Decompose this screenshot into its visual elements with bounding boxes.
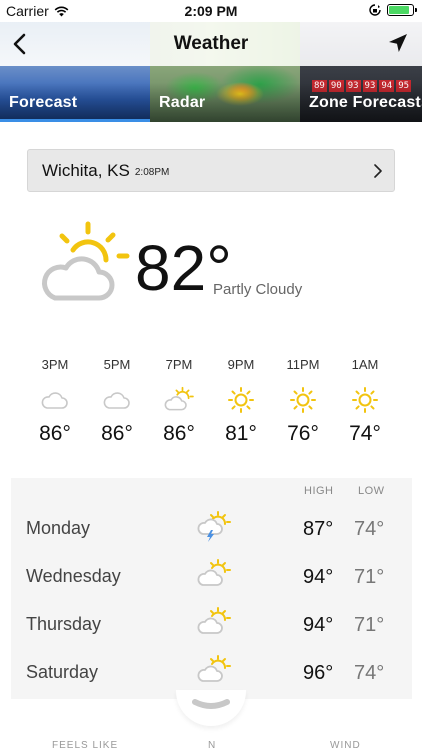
partly-cloudy-icon bbox=[197, 606, 231, 638]
page-title: Weather bbox=[173, 33, 249, 54]
location-city: Wichita, KS bbox=[42, 160, 130, 180]
day-low: 71° bbox=[354, 566, 385, 588]
location-time: 2:08PM bbox=[134, 166, 170, 178]
daily-row[interactable]: Wednesday 94° 71° bbox=[11, 554, 412, 602]
day-high: 96° bbox=[303, 662, 334, 684]
thunderstorm-icon bbox=[197, 510, 231, 542]
feels-like-label: FEELS LIKE bbox=[52, 740, 119, 750]
location-arrow-icon bbox=[389, 34, 407, 52]
expand-drawer-button[interactable] bbox=[176, 690, 246, 726]
hour-temp: 86° bbox=[101, 422, 133, 445]
partly-cloudy-icon bbox=[197, 558, 231, 590]
sun-icon bbox=[225, 386, 257, 414]
battery-level bbox=[389, 6, 409, 14]
day-name: Wednesday bbox=[26, 566, 121, 586]
chevron-down-icon bbox=[192, 699, 230, 709]
hour-temp: 86° bbox=[39, 422, 71, 445]
current-condition: Partly Cloudy bbox=[213, 281, 303, 298]
hour-time: 3PM bbox=[41, 357, 69, 372]
cloudy-icon bbox=[101, 386, 133, 414]
status-right bbox=[369, 4, 417, 16]
partly-cloudy-icon bbox=[163, 386, 195, 414]
hour-time: 9PM bbox=[227, 357, 255, 372]
tab-label: Forecast bbox=[9, 94, 78, 111]
rotation-lock-icon bbox=[369, 4, 381, 16]
cloudy-icon bbox=[39, 386, 71, 414]
sun-icon bbox=[287, 386, 319, 414]
hour-temp: 74° bbox=[349, 422, 381, 445]
hourly-item: 7PM 86° bbox=[148, 356, 210, 446]
battery-icon bbox=[387, 4, 417, 16]
tab-label: Radar bbox=[159, 94, 206, 111]
hourly-item: 9PM 81° bbox=[210, 356, 272, 446]
chevron-right-icon bbox=[374, 164, 382, 178]
tab-label: Zone Forecasts bbox=[309, 94, 422, 111]
hour-time: 7PM bbox=[165, 357, 193, 372]
section-tabs: Forecast Radar 89 90 93 93 94 95 Zone Fo… bbox=[0, 66, 422, 122]
sun-icon bbox=[349, 386, 381, 414]
nav-header: Weather bbox=[0, 22, 422, 66]
hourly-item: 3PM 86° bbox=[24, 356, 86, 446]
day-name: Thursday bbox=[26, 614, 102, 634]
hourly-item: 1AM 74° bbox=[334, 356, 396, 446]
day-name: Saturday bbox=[26, 662, 99, 682]
status-bar: Carrier 2:09 PM bbox=[0, 0, 422, 22]
high-column-header: HIGH bbox=[304, 485, 334, 497]
tab-forecast[interactable]: Forecast bbox=[0, 66, 150, 122]
day-high: 94° bbox=[303, 614, 334, 636]
wind-label: WIND bbox=[330, 740, 361, 750]
hour-temp: 86° bbox=[163, 422, 195, 445]
day-low: 74° bbox=[354, 662, 385, 684]
partly-cloudy-icon bbox=[197, 654, 231, 686]
hour-time: 11PM bbox=[286, 357, 320, 372]
day-low: 71° bbox=[354, 614, 385, 636]
partly-cloudy-icon bbox=[42, 221, 130, 301]
hour-time: 5PM bbox=[103, 357, 131, 372]
day-name: Monday bbox=[26, 518, 91, 538]
daily-row[interactable]: Thursday 94° 71° bbox=[11, 602, 412, 650]
tab-zone-forecasts[interactable]: 89 90 93 93 94 95 Zone Forecasts bbox=[300, 66, 422, 122]
wind-direction-label: N bbox=[208, 740, 217, 750]
active-tab-indicator bbox=[0, 119, 150, 122]
day-high: 87° bbox=[303, 518, 334, 540]
hour-temp: 76° bbox=[287, 422, 319, 445]
current-location-button[interactable] bbox=[386, 31, 410, 55]
low-column-header: LOW bbox=[358, 485, 385, 497]
hourly-item: 11PM 76° bbox=[272, 356, 334, 446]
hourly-forecast: 3PM 86° 5PM 86° 7PM 86° 9PM 81° 11PM 76°… bbox=[24, 356, 400, 456]
hourly-item: 5PM 86° bbox=[86, 356, 148, 446]
day-high: 94° bbox=[303, 566, 334, 588]
daily-row[interactable]: Monday 87° 74° bbox=[11, 506, 412, 554]
day-low: 74° bbox=[354, 518, 385, 540]
status-time: 2:09 PM bbox=[184, 3, 238, 19]
hour-time: 1AM bbox=[351, 357, 379, 372]
hour-temp: 81° bbox=[225, 422, 257, 445]
daily-forecast: HIGH LOW Monday 87° 74° Wednesday 94° 71… bbox=[11, 478, 412, 699]
location-selector[interactable]: Wichita, KS 2:08PM bbox=[27, 149, 395, 192]
tab-radar[interactable]: Radar bbox=[150, 66, 300, 122]
